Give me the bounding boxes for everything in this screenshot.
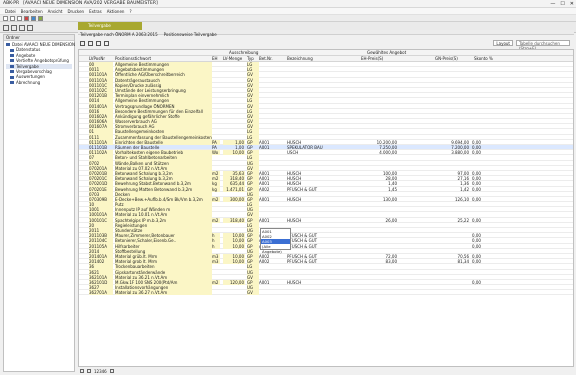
back-icon[interactable] [3,15,8,21]
menu-ansicht[interactable]: Ansicht [48,9,63,14]
folder-icon [6,43,10,47]
folder-icon [10,53,14,57]
cell-kt: Material zu 36.27 n.Vt.Am [115,290,212,296]
open-icon[interactable] [11,25,17,31]
title-bar: ABK-PR [AVAACI NEUE DIMENSION AVA/202 VE… [0,0,576,8]
edit-icon[interactable] [88,41,93,46]
refresh-icon[interactable] [80,41,85,46]
folder-icon [10,64,14,68]
bieter-dropdown[interactable]: A001 A002 A003 (Alle Angebote) [260,228,291,254]
quick-toolbar [0,15,576,22]
filter-icon[interactable] [96,41,101,46]
folder-icon [10,48,14,52]
save-icon[interactable] [19,25,25,31]
app-name: ABK-PR [3,1,20,6]
grid-rows: 00 Allgemeine Bestimmungen LG 0011 Angebotsb… [79,62,573,296]
av-module-icon[interactable] [31,15,36,21]
menu-help[interactable]: ? [129,9,131,14]
menu-bar: Datei Bearbeiten Ansicht Drucken Extras … [0,8,576,15]
menu-extras[interactable]: Extras [89,9,102,14]
breadcrumb-view[interactable]: Positionsweise Teilvergabe [164,32,217,37]
folder-panel: Ordner Datei AVAACI NEUE DIMENSION Datens… [3,34,75,372]
maximize-button[interactable]: ☐ [560,0,564,8]
print-icon[interactable] [27,25,33,31]
tab-teilvergabe[interactable]: Teilvergabe [78,22,142,30]
forward-icon[interactable] [10,15,15,21]
menu-bearbeiten[interactable]: Bearbeiten [21,9,43,14]
folder-tree: Datei AVAACI NEUE DIMENSION Datenstatus An… [4,41,75,86]
new-icon[interactable] [3,25,9,31]
dropdown-option[interactable]: (Alle Angebote) [261,244,290,254]
window-title: [AVAACI NEUE DIMENSION AVA/202 VERGABE B… [23,1,158,6]
pr-module-icon[interactable] [24,15,29,21]
breadcrumb-mode[interactable]: Teilvergabe nach ÖNORM A 2063:2015 [80,32,158,37]
grid-toolbar [80,41,109,46]
status-bar: 12346 [78,367,576,375]
folder-icon [10,70,14,74]
record-count: 12346 [94,368,107,374]
layout-dropdown[interactable]: Layout [493,40,513,46]
tree-item[interactable]: Abrechnung [6,80,72,85]
settings-icon[interactable] [104,41,109,46]
search-input[interactable]: Tabelle durchsuchen (Strg+E) [516,40,570,51]
next-page-icon[interactable] [109,369,114,373]
grid-right-tools: Layout Tabelle durchsuchen (Strg+E) [493,40,570,51]
prev-page-icon[interactable] [87,369,91,373]
position-grid: Ausschreibung Gewähltes Angebot LVPosNr … [78,49,574,367]
menu-drucken[interactable]: Drucken [67,9,84,14]
ab-module-icon[interactable] [38,15,43,21]
minimize-button[interactable]: — [550,0,555,8]
close-button[interactable]: ✕ [570,0,574,8]
menu-datei[interactable]: Datei [5,9,16,14]
cell-oz: 362701A [89,290,113,296]
home-icon[interactable] [17,15,22,21]
menu-aktionen[interactable]: Aktionen [107,9,125,14]
folder-icon [10,80,14,84]
cell-ty: GV [247,290,259,296]
tree-item-label: Abrechnung [16,79,41,85]
document-area: Teilvergabe Teilvergabe nach ÖNORM A 206… [78,22,574,372]
table-row[interactable]: 362701A Material zu 36.27 n.Vt.Am GV [79,290,573,296]
folder-icon [10,59,14,63]
folder-icon [10,75,14,79]
breadcrumb: Teilvergabe nach ÖNORM A 2063:2015 Posit… [80,32,217,37]
first-page-icon[interactable] [80,369,84,373]
